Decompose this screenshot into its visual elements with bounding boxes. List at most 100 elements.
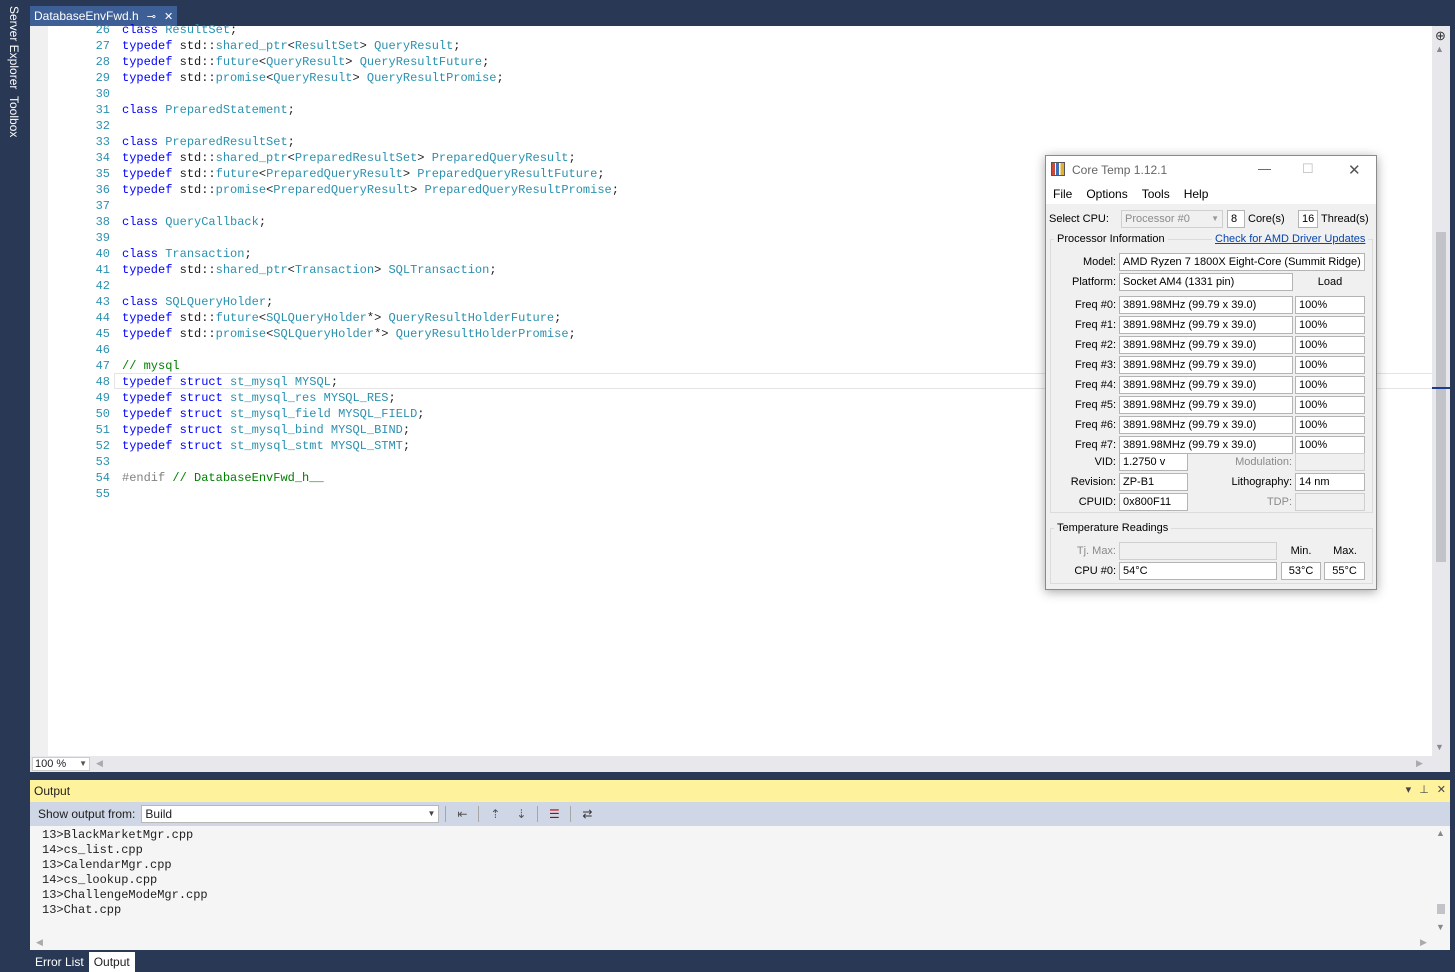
scroll-down-icon[interactable]: ▼ (1435, 742, 1444, 752)
processor-select-value: Processor #0 (1125, 213, 1190, 225)
next-message-icon[interactable]: ⇣ (511, 805, 531, 823)
output-toolbar: Show output from: Build ▼ ⇤ ⇡ ⇣ ☰ ⇄ (30, 802, 1450, 826)
left-tool-strip: Server Explorer Toolbox (0, 0, 30, 972)
menu-file[interactable]: File (1053, 187, 1072, 201)
scroll-up-icon[interactable]: ▲ (1436, 828, 1445, 838)
code-line[interactable] (122, 118, 1422, 134)
check-driver-updates-link[interactable]: Check for AMD Driver Updates (1212, 233, 1369, 245)
freq-label: Freq #6: (1075, 419, 1116, 431)
output-source-dropdown[interactable]: Build ▼ (141, 805, 440, 823)
window-title: Core Temp 1.12.1 (1072, 163, 1168, 177)
line-number: 48 (95, 375, 110, 389)
toolbar-separator (478, 806, 480, 822)
zoom-value: 100 % (35, 758, 67, 770)
scroll-left-icon[interactable]: ◀ (36, 937, 43, 948)
code-line[interactable] (122, 86, 1422, 102)
code-line[interactable]: class PreparedStatement; (122, 102, 1422, 118)
window-title-bar[interactable]: Core Temp 1.12.1 — ☐ ✕ (1046, 156, 1376, 184)
scroll-down-icon[interactable]: ▼ (1436, 922, 1445, 932)
output-header: Output ▾ ⊥ ✕ (30, 780, 1450, 802)
scroll-right-icon[interactable]: ▶ (1420, 937, 1427, 948)
code-line[interactable]: class PreparedResultSet; (122, 134, 1422, 150)
chevron-down-icon: ▼ (79, 759, 87, 768)
freq-label: Freq #7: (1075, 439, 1116, 451)
pin-icon[interactable]: ⊥ (1419, 783, 1429, 796)
tab-error-list[interactable]: Error List (30, 952, 89, 972)
menu-options[interactable]: Options (1086, 187, 1127, 201)
core-temp-window: Core Temp 1.12.1 — ☐ ✕ File Options Tool… (1045, 155, 1377, 590)
core-count: 8 (1227, 210, 1245, 228)
line-number: 31 (95, 103, 110, 117)
maximize-icon[interactable]: ☐ (1302, 161, 1314, 177)
code-line[interactable]: class ResultSet; (122, 22, 1422, 38)
output-text[interactable]: 13>BlackMarketMgr.cpp 14>cs_list.cpp 13>Ca… (30, 826, 1430, 936)
line-number: 32 (95, 119, 110, 133)
word-wrap-icon[interactable]: ⇄ (577, 805, 597, 823)
minimize-icon[interactable]: — (1258, 161, 1271, 176)
line-number: 34 (95, 151, 110, 165)
line-number: 54 (95, 471, 110, 485)
close-icon[interactable]: ✕ (164, 10, 173, 23)
output-line: 14>cs_lookup.cpp (42, 873, 158, 887)
glyph-margin (30, 26, 48, 756)
vid-value: 1.2750 v (1119, 453, 1188, 471)
split-icon[interactable]: ⊕ (1435, 28, 1446, 44)
freq-value: 3891.98MHz (99.79 x 39.0) (1119, 296, 1293, 314)
output-horizontal-scrollbar[interactable]: ◀ ▶ (30, 936, 1450, 950)
line-number: 53 (95, 455, 110, 469)
toolbox-tab[interactable]: Toolbox (7, 96, 21, 137)
temperature-readings-title: Temperature Readings (1054, 522, 1172, 534)
freq-value: 3891.98MHz (99.79 x 39.0) (1119, 336, 1293, 354)
line-number: 29 (95, 71, 110, 85)
menu-tools[interactable]: Tools (1142, 187, 1170, 201)
toolbar-separator (537, 806, 539, 822)
server-explorer-tab[interactable]: Server Explorer (7, 6, 21, 89)
revision-value: ZP-B1 (1119, 473, 1188, 491)
line-number: 45 (95, 327, 110, 341)
code-line[interactable]: typedef std::promise<QueryResult> QueryR… (122, 70, 1422, 86)
menu-help[interactable]: Help (1184, 187, 1209, 201)
line-number: 44 (95, 311, 110, 325)
scroll-right-icon[interactable]: ▶ (1416, 758, 1423, 769)
cores-label: Core(s) (1248, 213, 1285, 225)
scroll-thumb[interactable] (1437, 904, 1445, 914)
freq-label: Freq #4: (1075, 379, 1116, 391)
freq-value: 3891.98MHz (99.79 x 39.0) (1119, 356, 1293, 374)
tjmax-label: Tj. Max: (1076, 545, 1116, 557)
scroll-up-icon[interactable]: ▲ (1435, 44, 1444, 54)
editor-vertical-scrollbar[interactable]: ⊕ ▲ ▼ (1432, 26, 1450, 756)
freq-label: Freq #1: (1075, 319, 1116, 331)
line-number: 35 (95, 167, 110, 181)
close-icon[interactable]: ✕ (1348, 161, 1361, 179)
line-number: 38 (95, 215, 110, 229)
previous-message-icon[interactable]: ⇡ (485, 805, 505, 823)
clear-all-icon[interactable]: ☰ (544, 805, 564, 823)
close-icon[interactable]: ✕ (1437, 783, 1446, 796)
line-number: 49 (95, 391, 110, 405)
output-vertical-scrollbar[interactable]: ▲ ▼ (1432, 826, 1450, 936)
scroll-left-icon[interactable]: ◀ (96, 758, 103, 769)
processor-select[interactable]: Processor #0 ▼ (1121, 210, 1223, 228)
modulation-label: Modulation: (1235, 456, 1292, 468)
tdp-label: TDP: (1266, 496, 1292, 508)
menu-bar: File Options Tools Help (1046, 184, 1376, 204)
code-line[interactable]: typedef std::future<QueryResult> QueryRe… (122, 54, 1422, 70)
line-number: 33 (95, 135, 110, 149)
core-load-value: 100% (1295, 376, 1365, 394)
revision-label: Revision: (1070, 476, 1116, 488)
pin-icon[interactable]: ⊸ (147, 10, 156, 23)
zoom-dropdown[interactable]: 100 % ▼ (32, 757, 90, 771)
tab-output[interactable]: Output (88, 952, 135, 972)
core-load-value: 100% (1295, 336, 1365, 354)
cpuid-value: 0x800F11 (1119, 493, 1188, 511)
goto-error-icon[interactable]: ⇤ (452, 805, 472, 823)
line-number: 26 (95, 23, 110, 37)
scroll-thumb[interactable] (1436, 232, 1446, 562)
panel-menu-icon[interactable]: ▾ (1406, 783, 1412, 796)
code-line[interactable]: typedef std::shared_ptr<ResultSet> Query… (122, 38, 1422, 54)
core-load-value: 100% (1295, 396, 1365, 414)
cpu0-label: CPU #0: (1074, 565, 1116, 577)
editor-horizontal-scrollbar[interactable]: 100 % ▼ ◀ ▶ (30, 756, 1450, 772)
freq-label: Freq #5: (1075, 399, 1116, 411)
core-load-value: 100% (1295, 316, 1365, 334)
